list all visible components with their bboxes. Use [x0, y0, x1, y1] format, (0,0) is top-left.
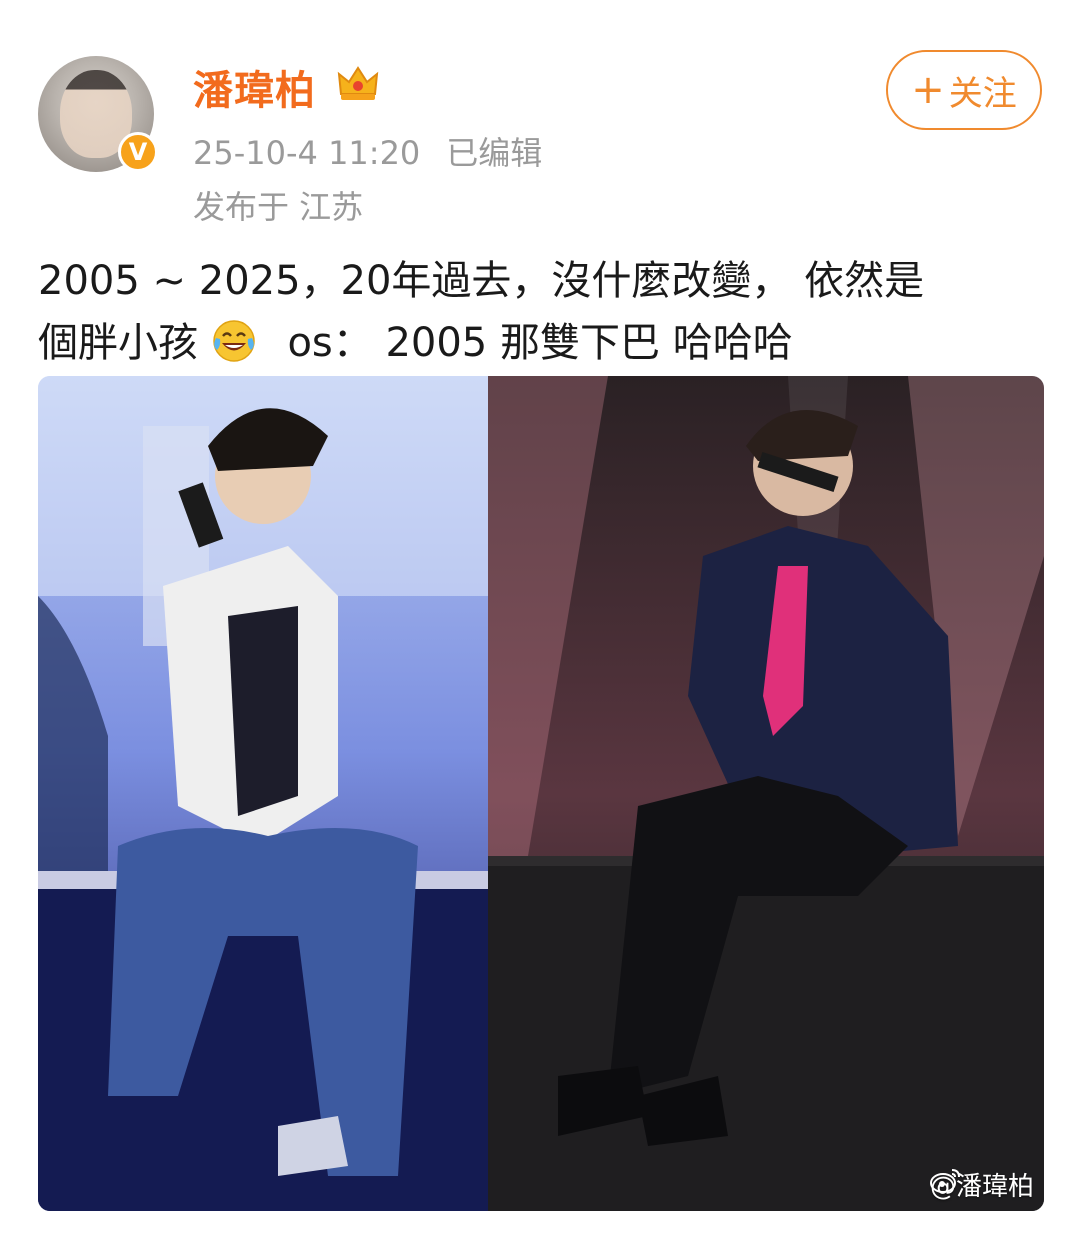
verified-badge-icon: V — [118, 132, 158, 172]
photo-2005[interactable] — [38, 376, 488, 1211]
username[interactable]: 潘瑋柏 — [193, 58, 316, 116]
crown-icon — [337, 66, 379, 100]
post-timestamp: 25-10-4 11:20 — [193, 134, 421, 172]
photo-2025[interactable]: @潘瑋柏 — [488, 376, 1044, 1211]
weibo-post: V 潘瑋柏 25-10-4 11:20 已编辑 发布于 江苏 + 关注 2005 … — [0, 0, 1080, 1252]
post-text: 2005 ~ 2025，20年過去，沒什麼改變， 依然是 個胖小孩 os： 20… — [38, 250, 1048, 374]
follow-label: 关注 — [948, 73, 1017, 114]
post-text-line-1: 2005 ~ 2025，20年過去，沒什麼改變， 依然是 — [38, 258, 925, 304]
post-location: 发布于 江苏 — [193, 188, 364, 226]
photo-grid: @潘瑋柏 — [38, 376, 1044, 1211]
plus-icon: + — [911, 67, 945, 113]
follow-button[interactable]: + 关注 — [886, 50, 1042, 130]
photo-2025-image — [488, 376, 1044, 1211]
weibo-logo-icon — [929, 1169, 960, 1193]
weibo-watermark: @潘瑋柏 — [929, 1166, 1034, 1203]
laughing-crying-emoji-icon — [212, 320, 255, 362]
post-meta: 25-10-4 11:20 已编辑 — [193, 128, 542, 174]
edited-label[interactable]: 已编辑 — [446, 134, 542, 172]
post-text-segment-a: 個胖小孩 — [38, 320, 198, 366]
photo-2005-image — [38, 376, 488, 1211]
post-text-segment-b: os： 2005 那雙下巴 哈哈哈 — [287, 320, 793, 366]
post-text-line-2: 個胖小孩 os： 2005 那雙下巴 哈哈哈 — [38, 312, 1048, 374]
